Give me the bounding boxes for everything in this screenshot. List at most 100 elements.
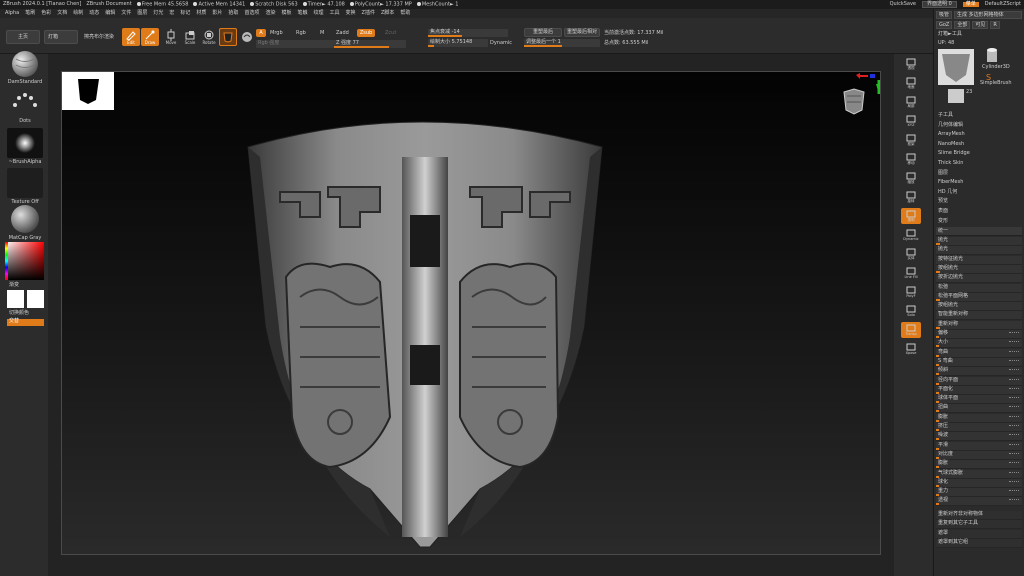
cylinder-thumbnail[interactable] xyxy=(982,47,1002,65)
zsub-toggle[interactable]: Zsub xyxy=(357,29,375,37)
view-button[interactable]: 框架 xyxy=(901,132,921,148)
menu-item[interactable]: 影片 xyxy=(212,11,222,16)
stroke-thumbnail[interactable]: Dots xyxy=(7,87,43,124)
view-button[interactable]: 实体 xyxy=(901,246,921,262)
material-thumbnail[interactable]: MatCap Gray xyxy=(7,204,43,241)
material-swatch[interactable] xyxy=(219,28,237,46)
subtool-menu-item[interactable]: FiberMesh xyxy=(938,180,963,185)
subtool-menu-item[interactable]: 变形 xyxy=(938,218,948,224)
texture-thumbnail[interactable]: Texture Off xyxy=(7,168,43,205)
view-button[interactable]: 地面 xyxy=(901,75,921,91)
subtool-menu-item[interactable]: 表面 xyxy=(938,209,948,214)
menu-item[interactable]: Alpha xyxy=(5,11,19,16)
dynamic-toggle[interactable]: Dynamic xyxy=(490,41,512,46)
subtool-menu-item[interactable]: Thick Skin xyxy=(938,161,963,166)
m-toggle[interactable]: M xyxy=(320,31,324,36)
view-button[interactable]: 透视 xyxy=(901,56,921,72)
menu-item[interactable]: 笔触 xyxy=(297,11,307,16)
brush-thumbnail[interactable]: DamStandard xyxy=(7,50,43,85)
alpha-thumbnail[interactable]: ~BrushAlpha xyxy=(7,128,43,165)
subtool-menu-item[interactable]: NanoMesh xyxy=(938,141,964,147)
deform-slider[interactable]: S 弯曲 xyxy=(936,357,1022,367)
deformation-item[interactable]: 按特征抛光 xyxy=(936,255,1022,265)
view-button[interactable]: 缩放 xyxy=(901,170,921,186)
menu-button[interactable]: 菜单 xyxy=(962,2,979,7)
all-button[interactable]: 全部 xyxy=(954,21,971,29)
deform-action-button[interactable]: 重复到其它子工具 xyxy=(936,520,1022,530)
deform-slider[interactable]: 弯曲 xyxy=(936,348,1022,358)
menu-item[interactable]: 绘制 xyxy=(73,11,83,16)
subtool-menu-item[interactable]: Slime Bridge xyxy=(938,151,970,156)
mrgb-toggle[interactable]: Mrgb xyxy=(270,31,283,36)
deformation-item[interactable]: 抛光 xyxy=(936,237,1022,246)
subtool-menu-item[interactable]: 子工具 xyxy=(938,113,953,118)
deform-slider[interactable]: 大小 xyxy=(936,339,1022,349)
deform-slider[interactable]: 偏移 xyxy=(936,330,1022,339)
visible-button[interactable]: 可见 xyxy=(972,21,989,29)
deform-slider[interactable]: 噪波 xyxy=(936,432,1022,442)
move-button[interactable]: Move xyxy=(162,28,180,46)
deform-slider[interactable]: 膨胀 xyxy=(936,460,1022,470)
menu-item[interactable]: 首选项 xyxy=(244,11,259,16)
subtool-menu-item[interactable]: 预览 xyxy=(938,199,948,204)
view-button[interactable]: Solo xyxy=(901,303,921,319)
zcut-toggle[interactable]: Zcut xyxy=(385,31,396,36)
deform-slider[interactable]: 球化 xyxy=(936,478,1022,488)
secondary-color-swatch[interactable] xyxy=(27,290,44,308)
view-button[interactable]: 旋转 xyxy=(901,189,921,205)
deform-slider[interactable]: 径向平面 xyxy=(936,376,1022,386)
deform-slider[interactable]: 膨胀 xyxy=(936,413,1022,423)
deformation-item[interactable]: 松弛 xyxy=(936,283,1022,293)
deform-slider[interactable]: 平滑 xyxy=(936,441,1022,451)
menu-item[interactable]: 宏 xyxy=(169,11,174,16)
subtool-menu-item[interactable]: 几何体编辑 xyxy=(938,122,963,128)
menu-item[interactable]: 渲染 xyxy=(265,11,275,16)
view-button[interactable]: Line Fill xyxy=(901,265,921,281)
view-button[interactable]: 透明 xyxy=(901,208,921,224)
draw-size-slider[interactable]: 绘制大小 5.75148 xyxy=(428,39,488,47)
document-canvas[interactable] xyxy=(61,71,881,555)
focal-shift-slider[interactable]: 焦点衰减 -14 xyxy=(428,29,508,37)
menu-item[interactable]: 材质 xyxy=(196,11,206,16)
menu-item[interactable]: 变换 xyxy=(346,11,356,16)
deform-action-button[interactable]: 遮罩 xyxy=(936,529,1022,539)
menu-item[interactable]: 灯光 xyxy=(153,11,163,16)
deformation-item[interactable]: 重新对称 xyxy=(936,320,1022,330)
alternate-button[interactable]: 交替 xyxy=(7,319,44,326)
menu-item[interactable]: 纹理 xyxy=(314,11,324,16)
menu-item[interactable]: 拾取 xyxy=(228,11,238,16)
eyedropper-button[interactable]: 吸管 xyxy=(936,11,953,19)
view-button[interactable]: Xpose xyxy=(901,341,921,357)
mask-3d-model[interactable] xyxy=(240,117,610,549)
deform-slider[interactable]: 透视 xyxy=(936,497,1022,507)
r-button[interactable]: R xyxy=(990,21,1000,29)
deform-action-button[interactable]: 遮罩到其它组 xyxy=(936,539,1022,549)
a-toggle[interactable]: A xyxy=(256,29,266,37)
menu-item[interactable]: 文档 xyxy=(57,11,67,16)
view-button[interactable]: PolyF xyxy=(901,284,921,300)
sculpt-last-relative-button[interactable]: 重塑最后相对 xyxy=(564,28,600,37)
make-polymesh-button[interactable]: 生成 多边形网格物体 xyxy=(954,11,1022,19)
gradient-label[interactable]: 渐变 xyxy=(9,283,19,288)
switch-color-button[interactable]: 切换颜色 xyxy=(9,311,29,316)
hue-strip[interactable] xyxy=(5,242,8,280)
sculpt-last-button[interactable]: 重塑最后 xyxy=(524,28,562,37)
view-button[interactable]: Transp xyxy=(901,322,921,338)
view-button[interactable]: XYZ xyxy=(901,113,921,129)
zadd-toggle[interactable]: Zadd xyxy=(336,31,349,36)
view-button[interactable]: Dynamic xyxy=(901,227,921,243)
deform-slider[interactable]: 气球式膨胀 xyxy=(936,469,1022,479)
deform-slider[interactable]: 扭曲 xyxy=(936,404,1022,414)
z-intensity-slider[interactable]: Z 强度 77 xyxy=(334,40,406,48)
subtool-menu-item[interactable]: 图层 xyxy=(938,170,948,176)
deformation-item[interactable]: 抛光 xyxy=(936,246,1022,256)
transparency-slider[interactable]: 界面透明 0 xyxy=(922,1,957,8)
menu-item[interactable]: Z脚本 xyxy=(381,11,394,16)
small-tool-thumbnail[interactable] xyxy=(948,89,964,103)
adjust-last-slider[interactable]: 调整最后一个 1 xyxy=(524,39,600,47)
deform-slider[interactable]: 倾斜 xyxy=(936,367,1022,377)
rgb-toggle[interactable]: Rgb xyxy=(296,31,306,36)
deform-slider[interactable]: 对比度 xyxy=(936,450,1022,460)
menu-item[interactable]: 图层 xyxy=(137,11,147,16)
menu-item[interactable]: 编辑 xyxy=(105,11,115,16)
